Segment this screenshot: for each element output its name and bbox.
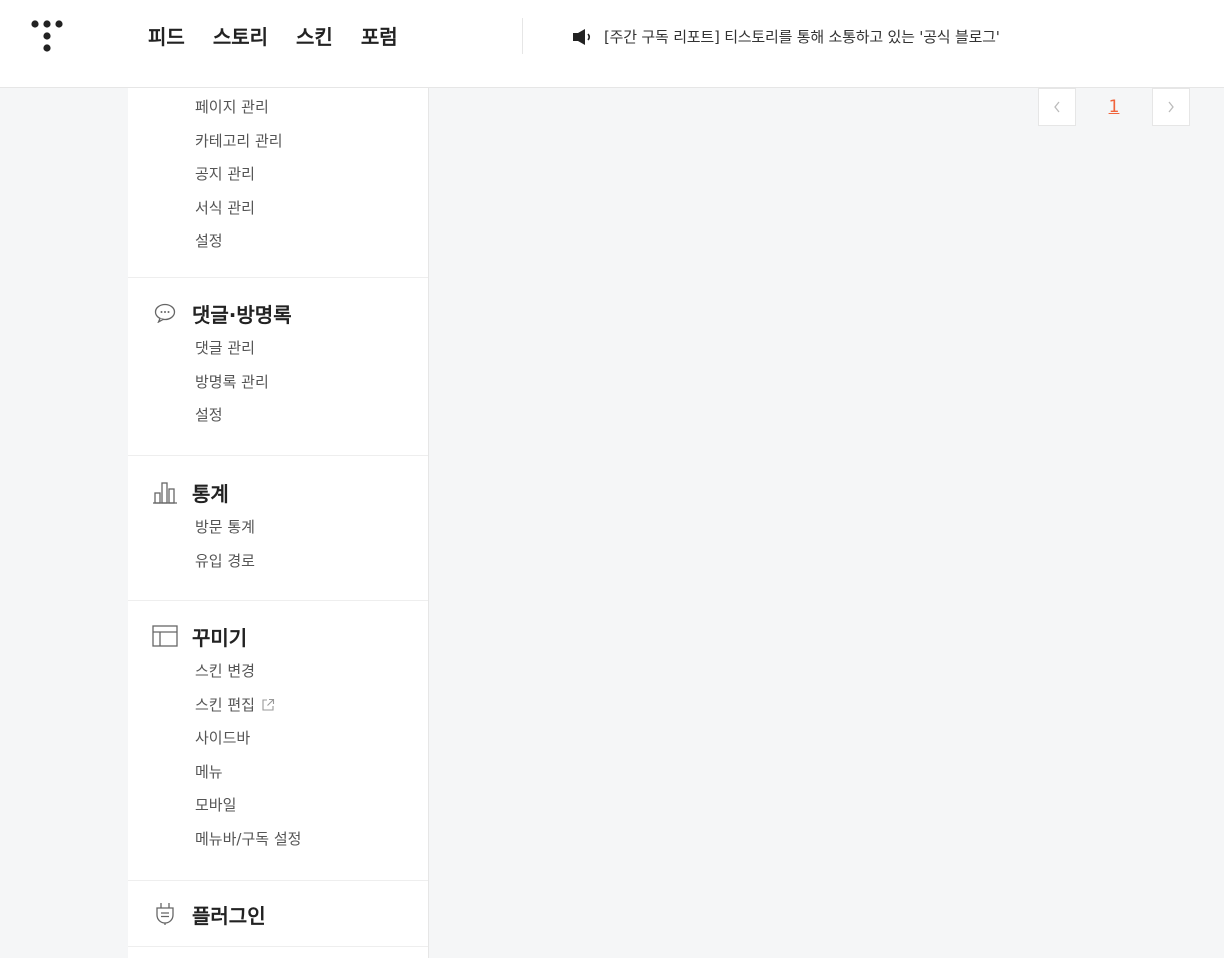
comments-menu: 댓글 관리 방명록 관리 설정 [128,332,428,433]
sidebar-item-skin-change[interactable]: 스킨 변경 [195,655,428,689]
section-plugin: 플러그인 [128,881,428,947]
design-menu: 스킨 변경 스킨 편집 사이드바 메뉴 모바일 메뉴바/구독 설정 [128,655,428,856]
nav-story-link[interactable]: 스토리 [213,22,268,52]
prev-page-button[interactable] [1038,88,1076,126]
global-nav: 피드 스토리 스킨 포럼 [148,22,426,52]
section-plugin-title: 플러그인 [192,903,266,928]
section-comments: 댓글·방명록 댓글 관리 방명록 관리 설정 [128,278,428,456]
sidebar-item-category-manage[interactable]: 카테고리 관리 [195,125,428,159]
section-comments-header[interactable]: 댓글·방명록 [128,298,428,328]
admin-sidebar: 페이지 관리 카테고리 관리 공지 관리 서식 관리 설정 댓글·방명록 댓글 … [128,88,429,958]
section-stats-title: 통계 [192,481,229,506]
section-design-header[interactable]: 꾸미기 [128,621,428,651]
page-number-current[interactable]: 1 [1076,88,1152,126]
sidebar-item-guestbook-manage[interactable]: 방명록 관리 [195,366,428,400]
sidebar-item-menubar-subscribe[interactable]: 메뉴바/구독 설정 [195,823,428,857]
notice-banner[interactable]: [주간 구독 리포트] 티스토리를 통해 소통하고 있는 '공식 블로그' [572,26,1000,47]
nav-feed-link[interactable]: 피드 [148,22,185,52]
skin-edit-label: 스킨 편집 [195,695,255,714]
sidebar-item-referrer[interactable]: 유입 경로 [195,545,428,579]
chevron-right-icon [1168,101,1174,113]
sidebar-item-notice-manage[interactable]: 공지 관리 [195,158,428,192]
sidebar-item-comment-settings[interactable]: 설정 [195,399,428,433]
external-link-icon [261,698,275,712]
next-page-button[interactable] [1152,88,1190,126]
header-divider [522,18,523,54]
section-stats-header[interactable]: 통계 [128,477,428,507]
plug-icon [152,903,178,925]
tistory-logo-icon[interactable] [28,16,68,56]
speaker-icon [573,28,591,45]
content-menu: 페이지 관리 카테고리 관리 공지 관리 서식 관리 설정 [128,91,428,259]
sidebar-item-menu[interactable]: 메뉴 [195,756,428,790]
sidebar-item-mobile[interactable]: 모바일 [195,789,428,823]
section-content: 페이지 관리 카테고리 관리 공지 관리 서식 관리 설정 [128,88,428,278]
section-comments-title: 댓글·방명록 [192,302,292,327]
sidebar-item-page-manage[interactable]: 페이지 관리 [195,91,428,125]
bar-chart-icon [152,481,178,504]
sidebar-item-sidebar[interactable]: 사이드바 [195,722,428,756]
section-plugin-header[interactable]: 플러그인 [128,899,428,929]
sidebar-item-skin-edit[interactable]: 스킨 편집 [195,689,428,723]
comment-icon [152,302,178,324]
nav-forum-link[interactable]: 포럼 [361,22,398,52]
notice-text[interactable]: [주간 구독 리포트] 티스토리를 통해 소통하고 있는 '공식 블로그' [604,26,1000,47]
top-bar: 피드 스토리 스킨 포럼 [주간 구독 리포트] 티스토리를 통해 소통하고 있… [0,0,1224,88]
pagination: 1 [1038,88,1190,126]
layout-icon [152,625,178,647]
chevron-left-icon [1054,101,1060,113]
section-design: 꾸미기 스킨 변경 스킨 편집 사이드바 메뉴 모바일 메뉴바/구독 설정 [128,601,428,881]
section-design-title: 꾸미기 [192,625,248,650]
sidebar-item-visit-stats[interactable]: 방문 통계 [195,511,428,545]
section-stats: 통계 방문 통계 유입 경로 [128,456,428,601]
sidebar-item-template-manage[interactable]: 서식 관리 [195,192,428,226]
sidebar-item-comment-manage[interactable]: 댓글 관리 [195,332,428,366]
stats-menu: 방문 통계 유입 경로 [128,511,428,578]
sidebar-item-content-settings[interactable]: 설정 [195,225,428,259]
nav-skin-link[interactable]: 스킨 [296,22,333,52]
